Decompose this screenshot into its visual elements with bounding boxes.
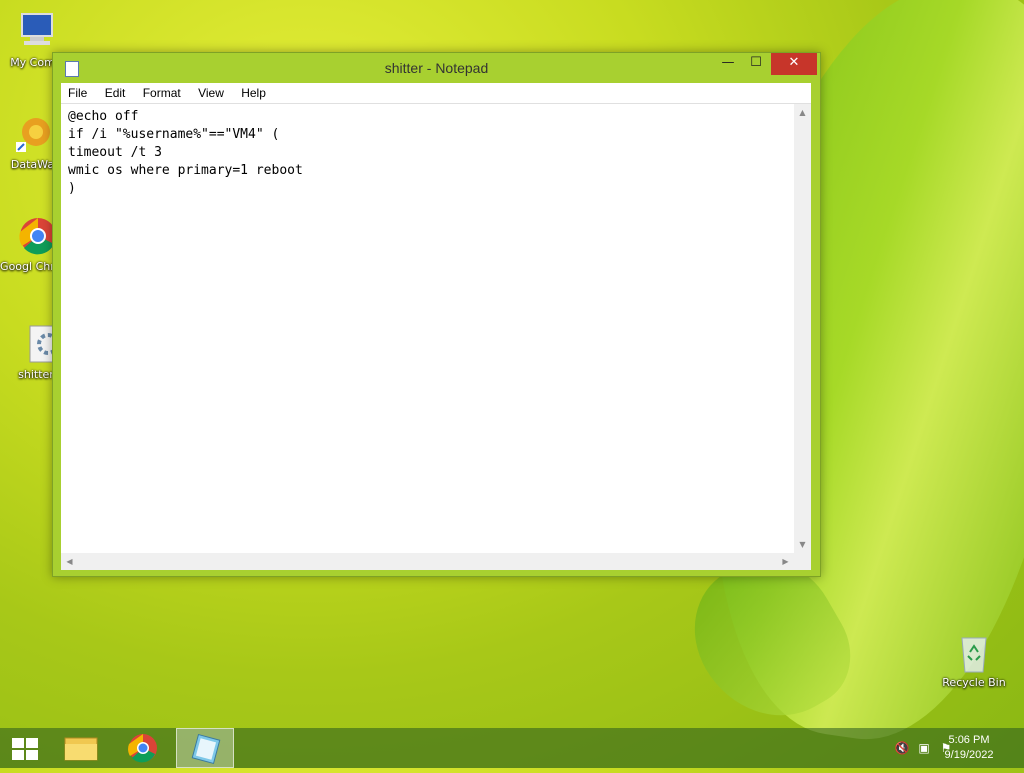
network-icon[interactable]: ▣ xyxy=(916,740,932,756)
menu-file[interactable]: File xyxy=(61,83,94,100)
clock-time: 5:06 PM xyxy=(948,734,990,746)
horizontal-scrollbar[interactable]: ◀ ▶ xyxy=(61,553,794,570)
taskbar-chrome[interactable] xyxy=(114,728,172,768)
scroll-left-icon[interactable]: ◀ xyxy=(61,553,78,570)
title-bar[interactable]: shitter - Notepad — ☐ ✕ xyxy=(53,53,820,83)
folder-icon xyxy=(64,737,98,761)
window-title: shitter - Notepad xyxy=(384,60,489,76)
taskbar: 🔇 ▣ ⚑ 5:06 PM 9/19/2022 xyxy=(0,728,1024,768)
desktop-icon-label: Recycle Bin xyxy=(942,676,1006,689)
menu-view[interactable]: View xyxy=(191,83,231,100)
close-button[interactable]: ✕ xyxy=(771,53,817,75)
taskbar-file-explorer[interactable] xyxy=(52,728,110,768)
text-editor[interactable]: @echo off if /i "%username%"=="VM4" ( ti… xyxy=(61,103,811,570)
menu-help[interactable]: Help xyxy=(234,83,273,100)
start-button[interactable] xyxy=(0,728,58,768)
scroll-right-icon[interactable]: ▶ xyxy=(777,553,794,570)
volume-muted-icon[interactable]: 🔇 xyxy=(894,740,910,756)
vertical-scrollbar[interactable]: ▲ ▼ xyxy=(794,104,811,553)
taskbar-notepad[interactable] xyxy=(176,728,234,768)
clock[interactable]: 5:06 PM 9/19/2022 xyxy=(934,733,1004,763)
maximize-button[interactable]: ☐ xyxy=(743,53,769,75)
menu-bar: File Edit Format View Help xyxy=(61,83,811,103)
notepad-icon xyxy=(191,733,221,765)
chrome-icon xyxy=(128,734,157,763)
windows-logo-icon xyxy=(12,738,38,760)
recycle-bin-icon xyxy=(952,630,996,674)
clock-date: 9/19/2022 xyxy=(944,749,994,761)
menu-format[interactable]: Format xyxy=(136,83,188,100)
scroll-down-icon[interactable]: ▼ xyxy=(794,536,811,553)
scroll-up-icon[interactable]: ▲ xyxy=(794,104,811,121)
notepad-window[interactable]: shitter - Notepad — ☐ ✕ File Edit Format… xyxy=(52,52,821,577)
editor-content[interactable]: @echo off if /i "%username%"=="VM4" ( ti… xyxy=(68,108,303,198)
computer-icon xyxy=(14,10,58,54)
desktop-icon-recycle-bin[interactable]: Recycle Bin xyxy=(938,630,1010,689)
menu-edit[interactable]: Edit xyxy=(98,83,133,100)
system-tray: 🔇 ▣ ⚑ 5:06 PM 9/19/2022 xyxy=(844,728,1024,768)
size-grip[interactable] xyxy=(794,553,811,570)
minimize-button[interactable]: — xyxy=(715,53,741,75)
